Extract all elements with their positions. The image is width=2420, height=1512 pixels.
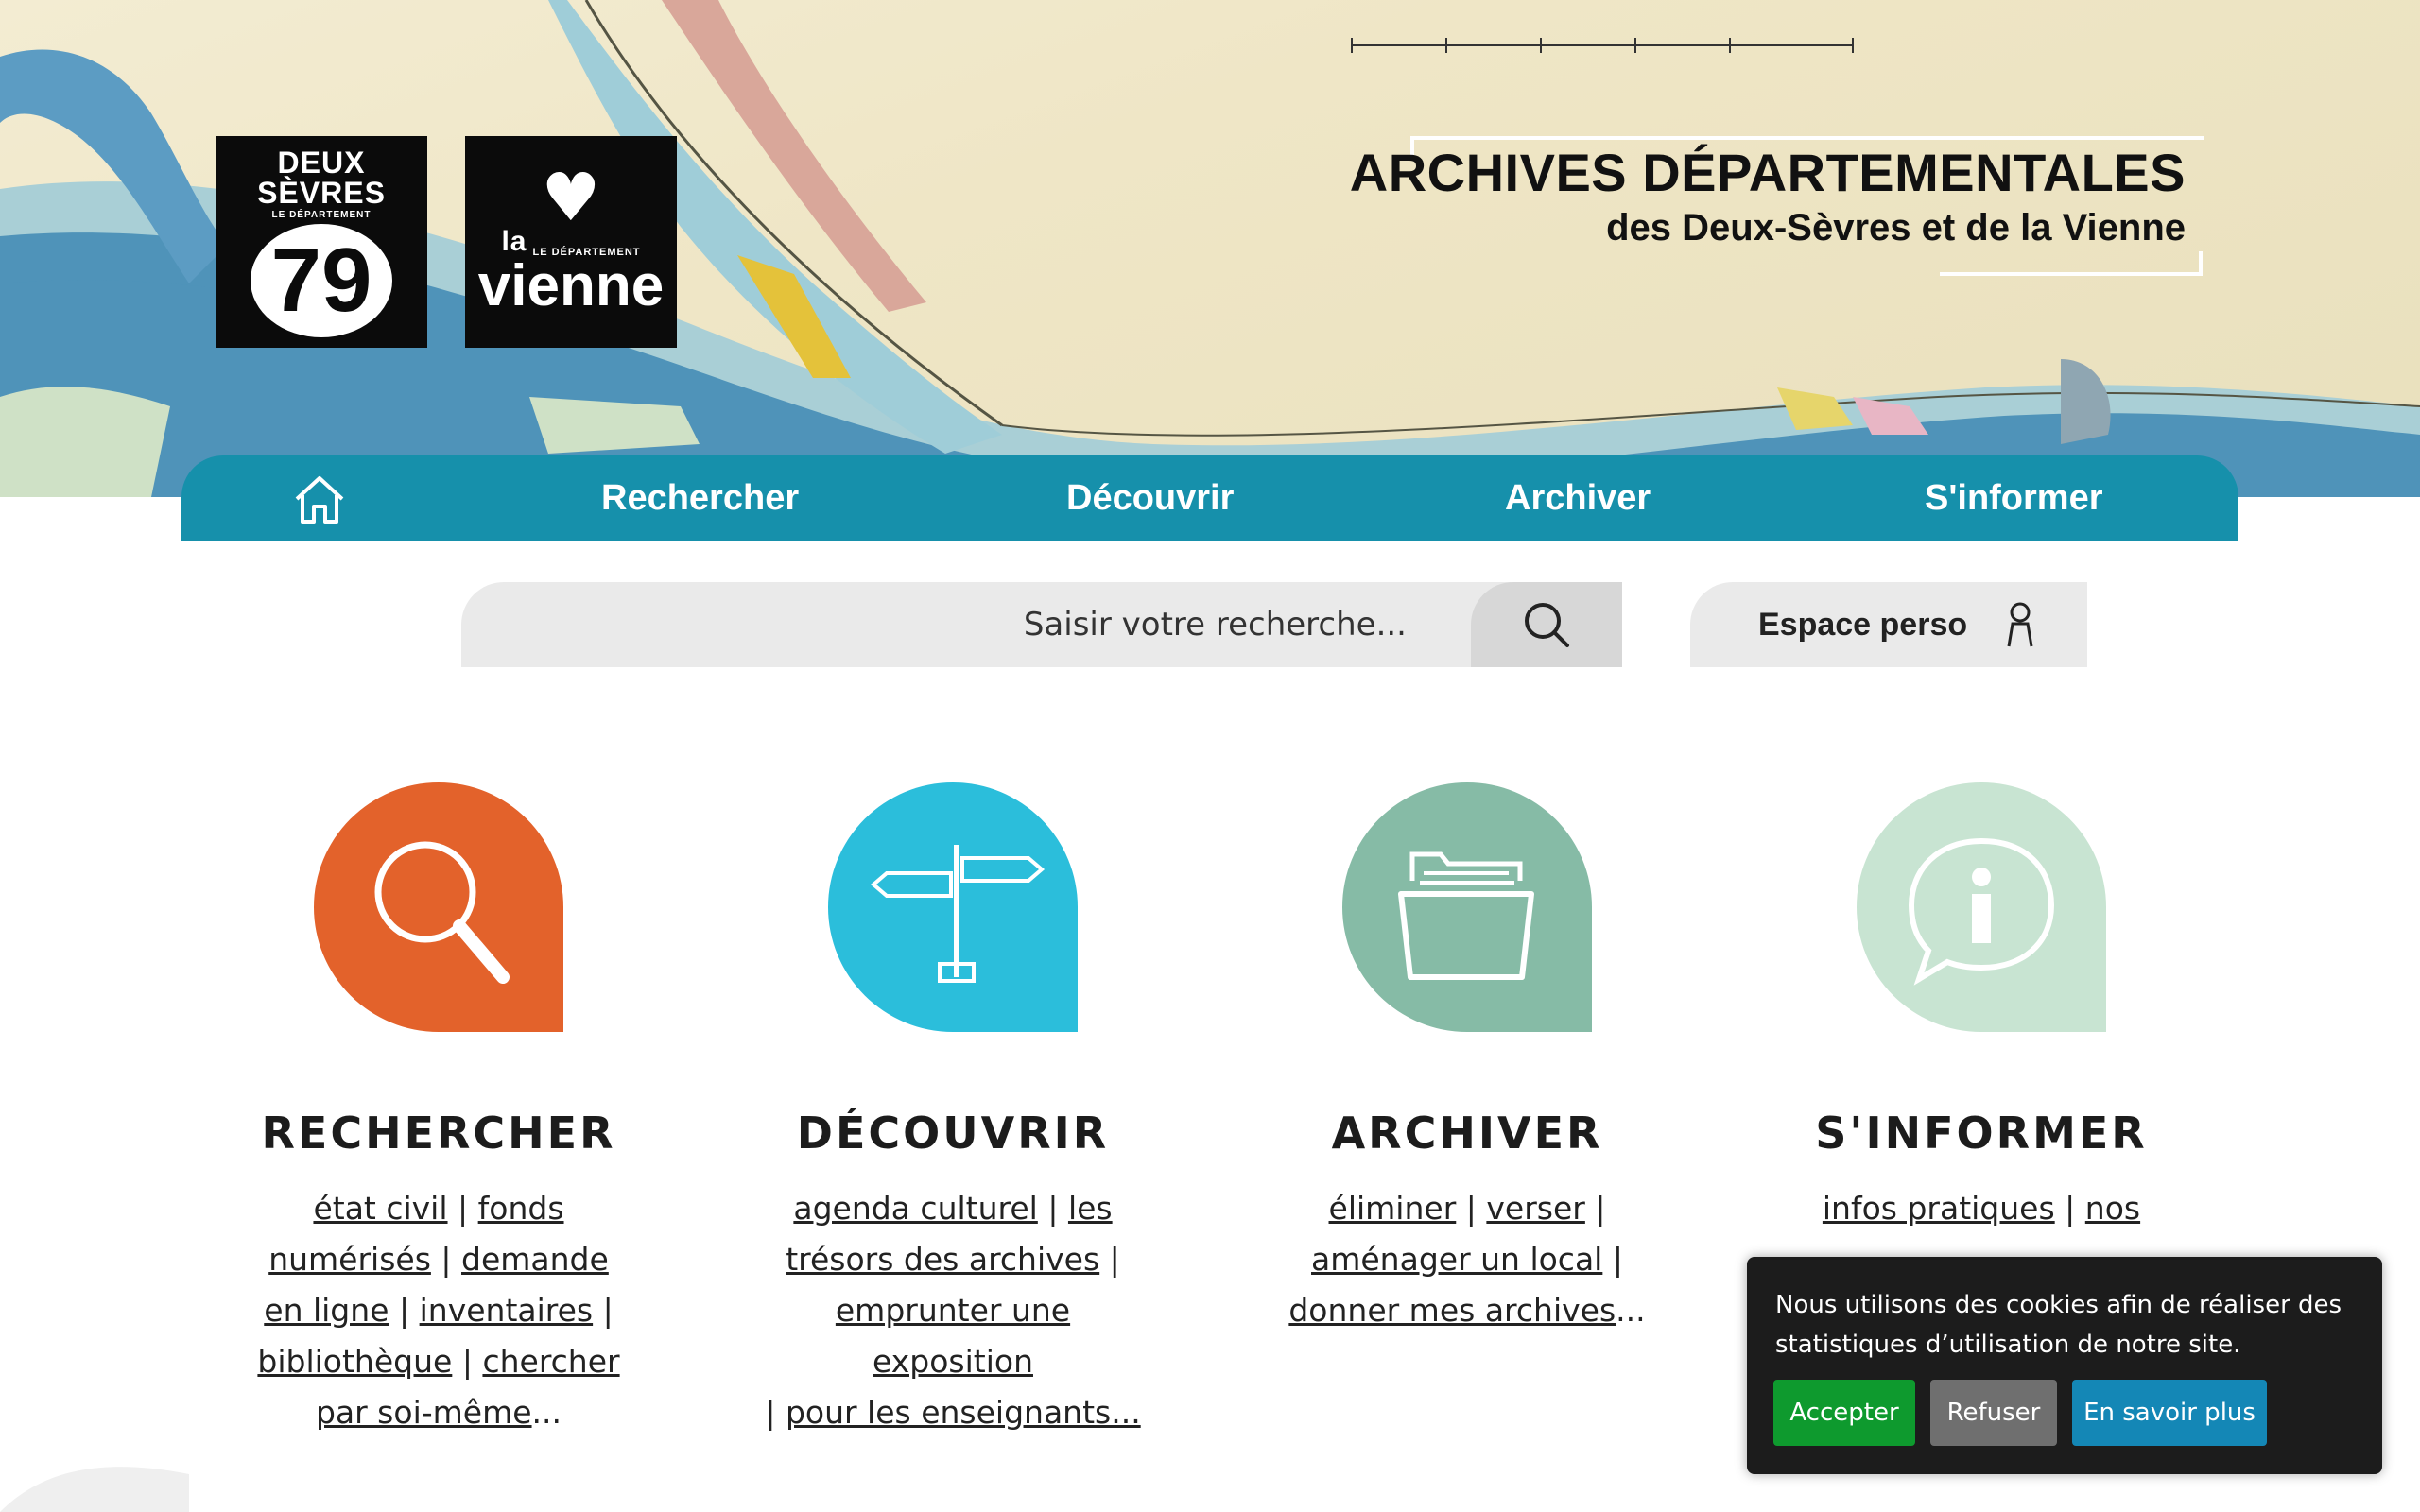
- site-title-main: ARCHIVES DÉPARTEMENTALES: [1349, 143, 2186, 202]
- link-emprunter-exposition[interactable]: emprunter une exposition: [836, 1292, 1070, 1380]
- separator: |: [398, 1292, 410, 1329]
- title-frame-right: [2199, 251, 2203, 276]
- ellipsis: ...: [1616, 1292, 1646, 1329]
- column-links: infos pratiques | nos: [1792, 1183, 2170, 1234]
- header-banner: DEUX SÈVRES LE DÉPARTEMENT 79 ♥ la LE DÉ…: [0, 0, 2420, 497]
- separator: |: [461, 1343, 473, 1380]
- logo-line2: SÈVRES: [257, 175, 386, 210]
- folder-icon[interactable]: [1342, 782, 1592, 1032]
- link-eliminer[interactable]: éliminer: [1329, 1190, 1457, 1227]
- separator: |: [602, 1292, 614, 1329]
- espace-perso-label: Espace perso: [1758, 606, 1968, 643]
- link-donner-archives[interactable]: donner mes archives: [1288, 1292, 1616, 1329]
- cookie-accept-button[interactable]: Accepter: [1773, 1380, 1915, 1446]
- user-icon: [2007, 602, 2033, 647]
- info-bubble-icon[interactable]: [1857, 782, 2106, 1032]
- title-frame-top: [1410, 136, 2204, 140]
- link-amenager-local[interactable]: aménager un local: [1311, 1241, 1602, 1278]
- decorative-swoosh: [0, 1467, 189, 1512]
- ellipsis: ...: [531, 1394, 562, 1431]
- column-links: agenda culturel | les trésors des archiv…: [764, 1183, 1142, 1438]
- column-links: état civil | fonds numérisés | demande e…: [250, 1183, 628, 1438]
- logo-number: 79: [251, 223, 392, 337]
- logo-line1: DEUX: [277, 145, 366, 180]
- column-title: S'INFORMER: [1815, 1108, 2148, 1159]
- search-button[interactable]: [1471, 582, 1622, 667]
- deux-sevres-logo[interactable]: DEUX SÈVRES LE DÉPARTEMENT 79: [216, 136, 427, 348]
- column-archiver: ARCHIVER éliminer | verser | aménager un…: [1278, 782, 1656, 1336]
- separator: |: [765, 1394, 776, 1431]
- link-agenda-culturel[interactable]: agenda culturel: [793, 1190, 1037, 1227]
- search-input[interactable]: [499, 582, 1520, 667]
- nav-rechercher[interactable]: Rechercher: [601, 455, 799, 541]
- link-etat-civil[interactable]: état civil: [313, 1190, 447, 1227]
- cookie-text: Nous utilisons des cookies afin de réali…: [1775, 1291, 2342, 1359]
- search-bar: [461, 582, 1622, 667]
- site-title-sub: des Deux-Sèvres et de la Vienne: [1606, 207, 2186, 249]
- link-nos[interactable]: nos: [2085, 1190, 2140, 1227]
- vienne-logo[interactable]: ♥ la LE DÉPARTEMENT vienne: [465, 136, 677, 348]
- column-title: RECHERCHER: [261, 1108, 616, 1159]
- title-frame-bottom: [1940, 272, 2203, 276]
- column-rechercher: RECHERCHER état civil | fonds numérisés …: [250, 782, 628, 1438]
- link-bibliotheque[interactable]: bibliothèque: [257, 1343, 452, 1380]
- cookie-banner: Nous utilisons des cookies afin de réali…: [1747, 1257, 2382, 1474]
- column-decouvrir: DÉCOUVRIR agenda culturel | les trésors …: [764, 782, 1142, 1438]
- nav-sinformer[interactable]: S'informer: [1925, 455, 2103, 541]
- heart-icon: ♥: [541, 159, 601, 236]
- espace-perso-button[interactable]: Espace perso: [1690, 582, 2087, 667]
- magnifier-icon[interactable]: [314, 782, 563, 1032]
- column-title: DÉCOUVRIR: [796, 1108, 1110, 1159]
- link-infos-pratiques[interactable]: infos pratiques: [1823, 1190, 2055, 1227]
- separator: |: [1047, 1190, 1059, 1227]
- site-title: ARCHIVES DÉPARTEMENTALES des Deux-Sèvres…: [1350, 142, 2186, 249]
- separator: |: [1465, 1190, 1477, 1227]
- separator: |: [458, 1190, 469, 1227]
- search-icon: [1525, 603, 1569, 647]
- nav-decouvrir[interactable]: Découvrir: [1066, 455, 1234, 541]
- logo-line3: LE DÉPARTEMENT: [271, 209, 372, 220]
- separator: |: [1612, 1241, 1623, 1278]
- link-inventaires[interactable]: inventaires: [420, 1292, 594, 1329]
- separator: |: [2065, 1190, 2076, 1227]
- column-sinformer: S'INFORMER infos pratiques | nos: [1792, 782, 2170, 1234]
- main-nav: Rechercher Découvrir Archiver S'informer: [182, 455, 2238, 541]
- link-verser[interactable]: verser: [1486, 1190, 1584, 1227]
- column-links: éliminer | verser | aménager un local | …: [1278, 1183, 1656, 1336]
- separator: |: [441, 1241, 452, 1278]
- signpost-icon[interactable]: [828, 782, 1078, 1032]
- cookie-more-button[interactable]: En savoir plus: [2072, 1380, 2267, 1446]
- separator: |: [1109, 1241, 1120, 1278]
- column-title: ARCHIVER: [1331, 1108, 1603, 1159]
- link-enseignants[interactable]: pour les enseignants...: [786, 1394, 1141, 1431]
- separator: |: [1595, 1190, 1606, 1227]
- home-icon[interactable]: [291, 472, 348, 525]
- logo-vienne-text: vienne: [477, 253, 665, 318]
- nav-archiver[interactable]: Archiver: [1505, 455, 1651, 541]
- cookie-refuse-button[interactable]: Refuser: [1930, 1380, 2057, 1446]
